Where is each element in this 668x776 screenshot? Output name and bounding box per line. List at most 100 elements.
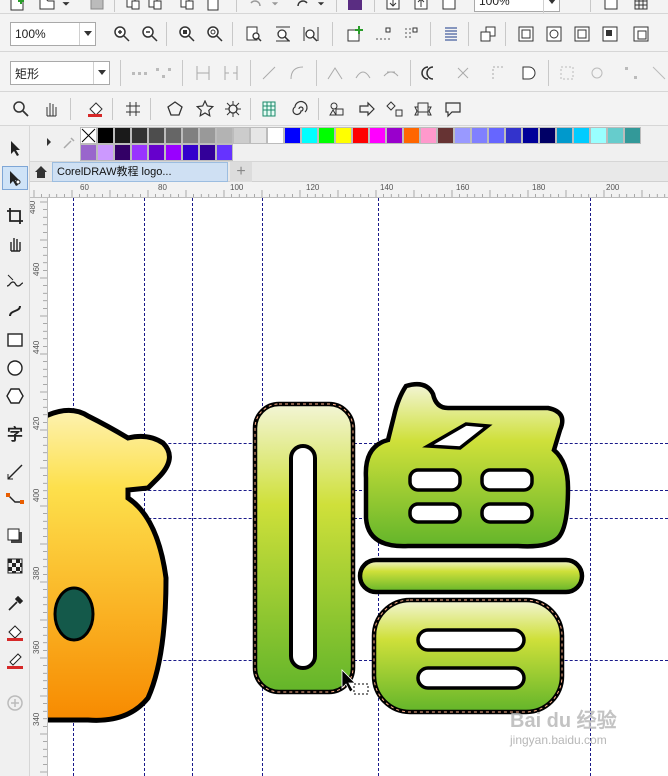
transparency-tool-icon[interactable]	[0, 554, 30, 578]
new-tab-button[interactable]: +	[230, 162, 252, 182]
color-swatch[interactable]	[369, 127, 386, 144]
crop-tool-icon[interactable]	[0, 204, 30, 228]
tab-document[interactable]: CorelDRAW教程 logo...	[52, 162, 228, 182]
color-swatch[interactable]	[97, 127, 114, 144]
polygon-icon[interactable]	[164, 98, 186, 120]
color-swatch[interactable]	[488, 127, 505, 144]
list-lines-icon[interactable]	[440, 23, 462, 45]
color-swatch[interactable]	[590, 127, 607, 144]
color-swatch[interactable]	[284, 127, 301, 144]
color-swatch[interactable]	[216, 127, 233, 144]
export-icon[interactable]	[144, 0, 166, 14]
callout-shapes-icon[interactable]	[442, 98, 464, 120]
color-swatch[interactable]	[216, 144, 233, 161]
artistic-media-tool-icon[interactable]	[0, 298, 30, 322]
color-swatch[interactable]	[182, 127, 199, 144]
pick-tool-icon[interactable]	[0, 136, 30, 160]
color-swatch[interactable]	[114, 144, 131, 161]
color-swatch[interactable]	[335, 127, 352, 144]
color-swatch[interactable]	[182, 144, 199, 161]
open-dropdown-icon[interactable]	[58, 0, 74, 14]
intersect-icon[interactable]	[571, 23, 593, 45]
color-swatch[interactable]	[301, 127, 318, 144]
to-curve-icon[interactable]	[286, 62, 308, 84]
align-nodes-icon[interactable]	[400, 23, 422, 45]
color-swatch[interactable]	[97, 144, 114, 161]
color-swatch[interactable]	[199, 144, 216, 161]
color-swatch[interactable]	[267, 127, 284, 144]
color-swatch[interactable]	[522, 127, 539, 144]
color-swatch[interactable]	[233, 127, 250, 144]
ellipse-tool-icon[interactable]	[0, 356, 30, 380]
flowchart-shapes-icon[interactable]	[384, 98, 406, 120]
color-swatch[interactable]	[556, 127, 573, 144]
polygon-tool-icon[interactable]	[0, 384, 30, 408]
search-icon[interactable]	[10, 98, 32, 120]
arrow-shapes-icon[interactable]	[356, 98, 378, 120]
connector-tool-icon[interactable]	[0, 488, 30, 512]
color-swatch[interactable]	[148, 144, 165, 161]
color-swatch[interactable]	[624, 127, 641, 144]
no-fill-swatch[interactable]	[80, 127, 97, 144]
weld-icon[interactable]	[515, 23, 537, 45]
color-swatch[interactable]	[165, 144, 182, 161]
zoom-out-icon[interactable]	[139, 23, 161, 45]
stretch-nodes-icon[interactable]	[556, 62, 578, 84]
shape-type-select[interactable]: 矩形	[10, 61, 110, 85]
lu-bar-shape[interactable]	[357, 557, 585, 595]
hand-pan-icon[interactable]	[40, 98, 62, 120]
import-arrow-icon[interactable]	[382, 0, 404, 14]
color-swatch[interactable]	[352, 127, 369, 144]
grid-view-icon[interactable]	[630, 0, 652, 14]
lu-top-shape[interactable]	[363, 382, 571, 549]
zoom-page-height-icon[interactable]	[300, 23, 322, 45]
zoom-percent-select[interactable]: 100%	[10, 22, 96, 46]
node-select-icon[interactable]	[128, 62, 150, 84]
symmetrical-node-icon[interactable]	[380, 62, 402, 84]
complex-star-icon[interactable]	[222, 98, 244, 120]
color-swatch[interactable]	[114, 127, 131, 144]
left-letter-shape[interactable]	[48, 407, 172, 723]
zoom-page-icon[interactable]	[243, 23, 265, 45]
graph-paper-icon[interactable]	[258, 98, 280, 120]
paste-icon[interactable]	[202, 0, 224, 14]
front-minus-back-icon[interactable]	[630, 23, 652, 45]
color-swatch[interactable]	[131, 127, 148, 144]
undo-dropdown-icon[interactable]	[268, 0, 282, 14]
color-swatch[interactable]	[318, 127, 335, 144]
smart-fill-tool-icon[interactable]	[0, 648, 30, 672]
to-line-icon[interactable]	[258, 62, 280, 84]
eyedropper-palette-icon[interactable]	[62, 136, 76, 150]
import-icon[interactable]	[122, 0, 144, 14]
shape-tool-icon[interactable]	[2, 166, 28, 190]
zoom-in-icon[interactable]	[111, 23, 133, 45]
color-swatch[interactable]	[386, 127, 403, 144]
freehand-tool-icon[interactable]	[0, 270, 30, 294]
green-dot-shape[interactable]	[53, 586, 95, 642]
banner-shapes-icon[interactable]	[412, 98, 434, 120]
node-distribute-icon[interactable]	[152, 62, 174, 84]
copy-icon[interactable]	[176, 0, 198, 14]
new-document-icon[interactable]	[6, 0, 28, 14]
hand-tool-icon[interactable]	[0, 232, 30, 256]
color-swatch[interactable]	[165, 127, 182, 144]
zoom-selected-icon[interactable]	[176, 23, 198, 45]
add-tool-icon[interactable]	[0, 691, 30, 715]
sun-bottom-shape[interactable]	[371, 597, 565, 715]
redo-dropdown-icon[interactable]	[314, 0, 328, 14]
align-nodes-bar-icon[interactable]	[620, 62, 642, 84]
mouth-radical-shape[interactable]	[252, 401, 356, 695]
zoom-all-objects-icon[interactable]	[204, 23, 226, 45]
break-node-icon[interactable]	[372, 23, 394, 45]
trim-icon[interactable]	[543, 23, 565, 45]
rotate-nodes-icon[interactable]	[586, 62, 608, 84]
reflect-nodes-icon[interactable]	[648, 62, 668, 84]
spiral-icon[interactable]	[288, 98, 310, 120]
color-swatch[interactable]	[607, 127, 624, 144]
join-nodes-icon[interactable]	[192, 62, 214, 84]
color-swatch[interactable]	[471, 127, 488, 144]
drawing-canvas[interactable]: Bai du 经验 jingyan.baidu.com	[48, 198, 668, 776]
add-node-icon[interactable]	[344, 23, 366, 45]
zoom-level-select[interactable]: 100%	[474, 0, 560, 13]
order-front-icon[interactable]	[477, 23, 499, 45]
